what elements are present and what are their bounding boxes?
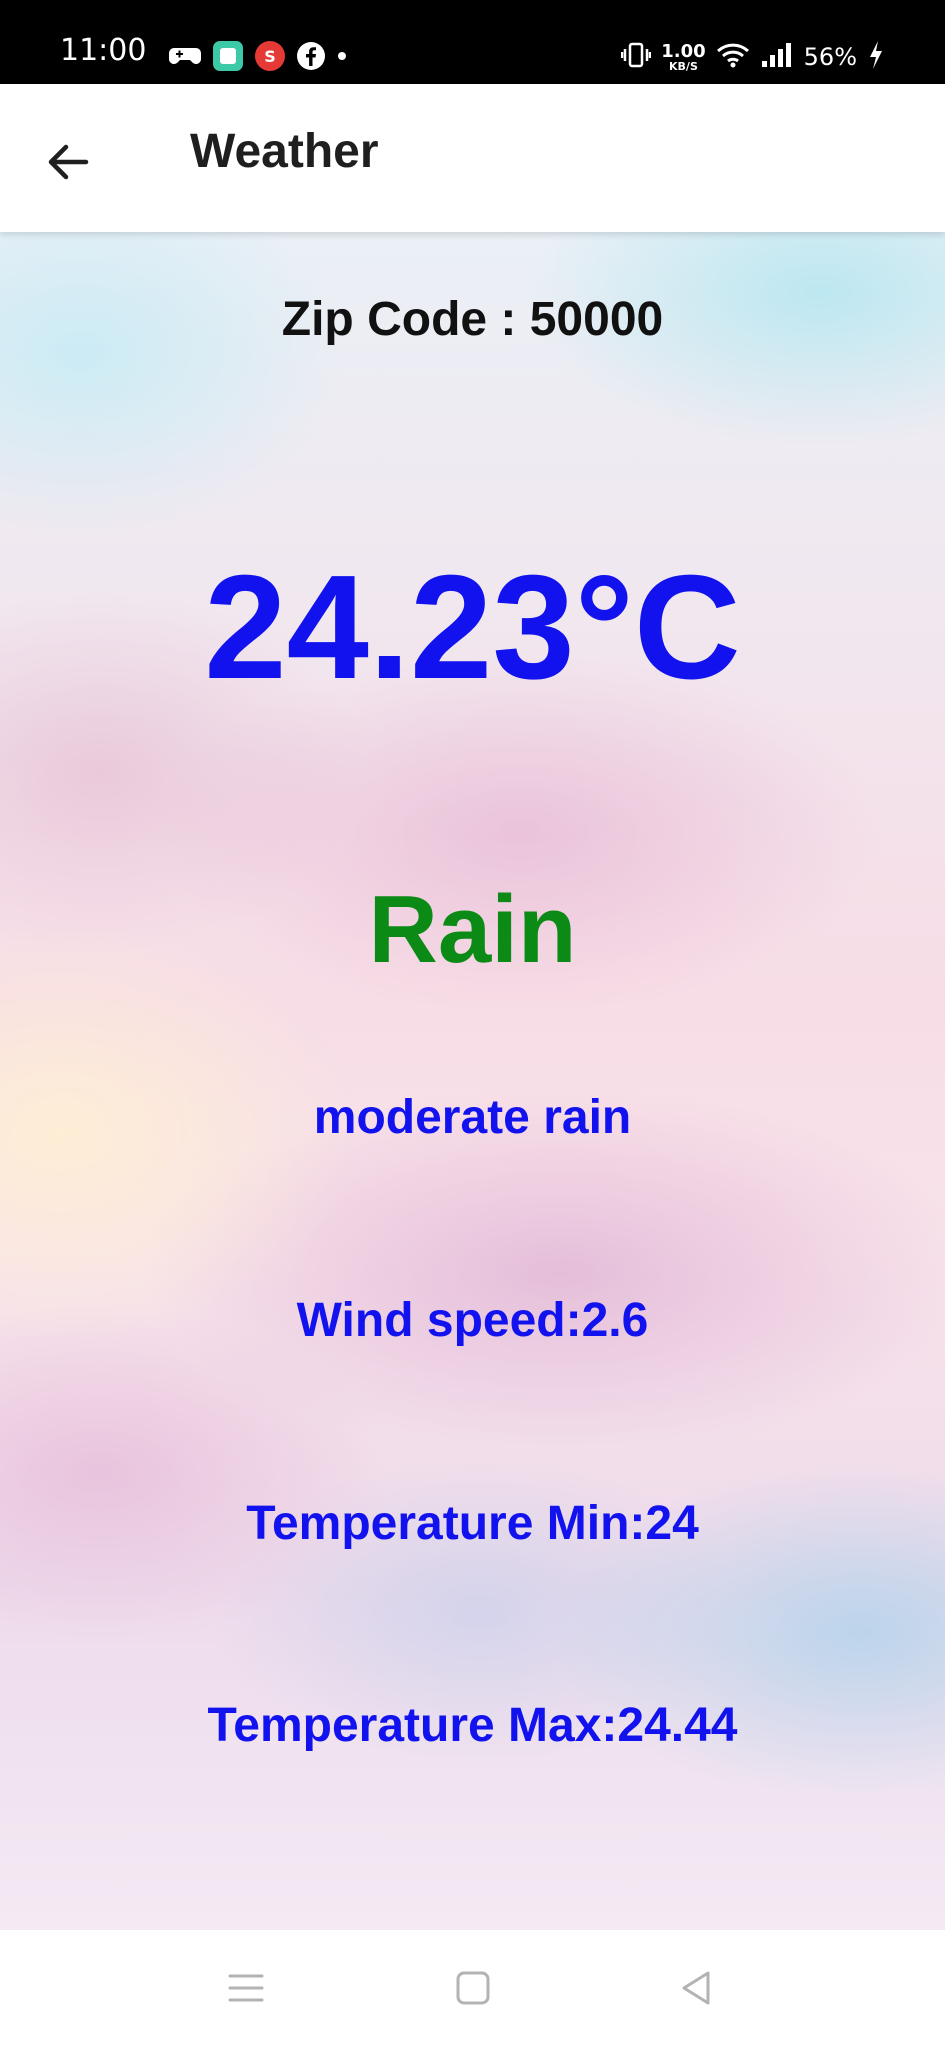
page-title: Weather xyxy=(190,125,379,178)
back-triangle-icon xyxy=(676,1968,716,2013)
wind-speed: Wind speed:2.6 xyxy=(296,1294,649,1347)
weather-condition: Rain xyxy=(368,876,577,983)
back-button[interactable] xyxy=(32,128,104,200)
recents-icon xyxy=(226,1970,266,2011)
game-controller-icon xyxy=(168,44,202,73)
nav-back-button[interactable] xyxy=(666,1960,726,2020)
svg-text:S: S xyxy=(264,47,276,66)
weather-description: moderate rain xyxy=(313,1091,632,1144)
arrow-left-icon xyxy=(44,138,92,191)
current-temperature: 24.23°C xyxy=(204,545,741,710)
signal-icon xyxy=(760,41,794,73)
wifi-icon xyxy=(716,41,750,73)
status-time: 11:00 xyxy=(60,33,147,68)
zip-code-label: Zip Code : 50000 xyxy=(281,293,664,346)
recents-button[interactable] xyxy=(216,1960,276,2020)
system-icons: 1.00 KB/S 56% xyxy=(620,40,885,74)
temperature-max: Temperature Max:24.44 xyxy=(207,1699,738,1752)
vibrate-icon xyxy=(620,41,652,73)
battery-percent: 56% xyxy=(803,43,857,71)
s-badge-icon: S xyxy=(254,40,286,77)
notification-icons: S xyxy=(168,40,348,77)
net-speed: 1.00 KB/S xyxy=(661,40,706,73)
home-icon xyxy=(453,1968,493,2013)
home-button[interactable] xyxy=(443,1960,503,2020)
app-square-icon xyxy=(212,40,244,77)
system-nav-bar xyxy=(0,1930,945,2048)
facebook-icon xyxy=(296,41,326,76)
dot-icon xyxy=(336,49,348,67)
battery-charging-icon xyxy=(867,40,885,74)
net-speed-value: 1.00 xyxy=(661,40,706,62)
weather-panel: Zip Code : 50000 24.23°C Rain moderate r… xyxy=(0,232,945,1930)
status-bar: 11:00 S 1.00 KB/S 56% xyxy=(0,0,945,84)
app-bar: Weather xyxy=(0,84,945,232)
temperature-min: Temperature Min:24 xyxy=(246,1497,699,1550)
net-speed-unit: KB/S xyxy=(669,59,698,73)
